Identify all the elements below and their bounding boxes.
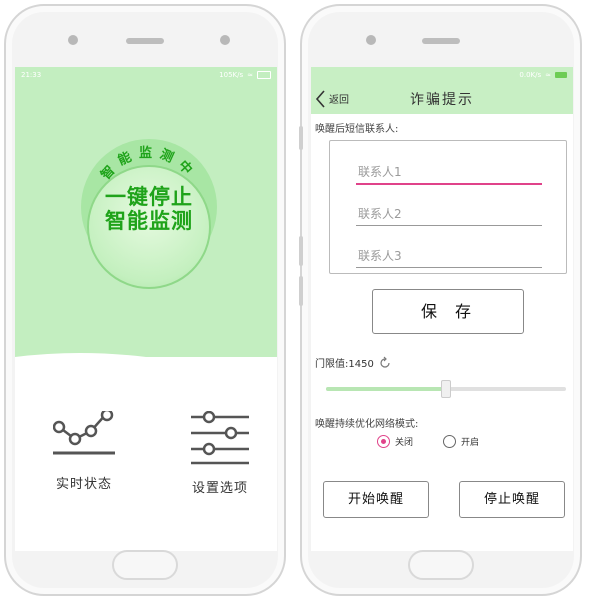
front-camera	[366, 35, 376, 45]
radio-on-label: 开启	[461, 438, 480, 448]
side-button	[299, 236, 303, 266]
left-phone-frame: 21:33 105K/s ≈ 智能监测中 一键停止 智能监测 实时状态 设置选项	[4, 4, 286, 596]
settings-label: 设置选项	[191, 481, 248, 496]
battery-icon	[257, 71, 271, 79]
volume-button	[299, 126, 303, 150]
wifi-icon: ≈	[247, 71, 253, 79]
radio-off-label: 关闭	[395, 438, 414, 448]
network-mode-radio-group: 关闭 开启	[377, 435, 479, 448]
earpiece-speaker	[126, 38, 164, 44]
sliders-icon	[191, 410, 249, 465]
page-title: 诈骗提示	[410, 91, 474, 108]
earpiece-speaker	[422, 38, 460, 44]
start-wake-button[interactable]: 开始唤醒	[323, 481, 429, 518]
chevron-left-icon	[315, 89, 325, 108]
status-bar: 0.0K/s ≈	[311, 67, 573, 83]
battery-icon	[555, 72, 567, 78]
home-button[interactable]	[112, 550, 178, 580]
wave-divider	[15, 353, 277, 367]
refresh-icon[interactable]	[378, 356, 392, 370]
title-bar: 返回 诈骗提示	[311, 83, 573, 114]
stop-wake-button[interactable]: 停止唤醒	[459, 481, 565, 518]
radio-on-indicator	[443, 435, 457, 448]
right-phone-frame: 0.0K/s ≈ 返回 诈骗提示 唤醒后短信联系人: 保存 门限值:1450	[299, 4, 582, 596]
status-speed: 105K/s	[219, 71, 244, 79]
status-time: 21:33	[21, 71, 42, 79]
threshold-row: 门限值:1450	[315, 355, 392, 370]
back-button[interactable]: 返回	[315, 83, 349, 114]
slider-fill	[326, 387, 446, 391]
realtime-status-label: 实时状态	[55, 477, 112, 492]
left-screen: 21:33 105K/s ≈ 智能监测中 一键停止 智能监测 实时状态 设置选项	[15, 67, 277, 551]
contacts-box	[329, 140, 567, 274]
status-speed: 0.0K/s	[519, 71, 542, 79]
right-screen: 0.0K/s ≈ 返回 诈骗提示 唤醒后短信联系人: 保存 门限值:1450	[311, 67, 573, 551]
contact-field-3[interactable]	[356, 245, 542, 268]
wifi-icon: ≈	[545, 71, 551, 79]
realtime-status-menu-item[interactable]: 实时状态	[39, 408, 129, 492]
threshold-label: 门限值:1450	[315, 359, 374, 370]
line-chart-icon	[52, 408, 115, 455]
radio-on[interactable]: 开启	[443, 435, 479, 448]
home-button[interactable]	[408, 550, 474, 580]
front-sensor	[220, 35, 230, 45]
contact-field-2[interactable]	[356, 203, 542, 226]
side-button-2	[299, 276, 303, 306]
front-camera	[68, 35, 78, 45]
radio-off[interactable]: 关闭	[377, 435, 413, 448]
threshold-slider[interactable]	[326, 380, 566, 398]
network-mode-label: 唤醒持续优化网络模式:	[315, 419, 419, 430]
settings-menu-item[interactable]: 设置选项	[175, 410, 265, 496]
stop-monitor-line2: 智能监测	[105, 209, 193, 233]
radio-off-indicator	[377, 435, 390, 448]
save-button[interactable]: 保存	[372, 289, 524, 334]
contact-field-1[interactable]	[356, 161, 542, 185]
status-bar: 21:33 105K/s ≈	[15, 67, 277, 83]
back-label: 返回	[329, 95, 349, 106]
contacts-section-label: 唤醒后短信联系人:	[315, 124, 399, 135]
slider-thumb[interactable]	[441, 380, 451, 398]
